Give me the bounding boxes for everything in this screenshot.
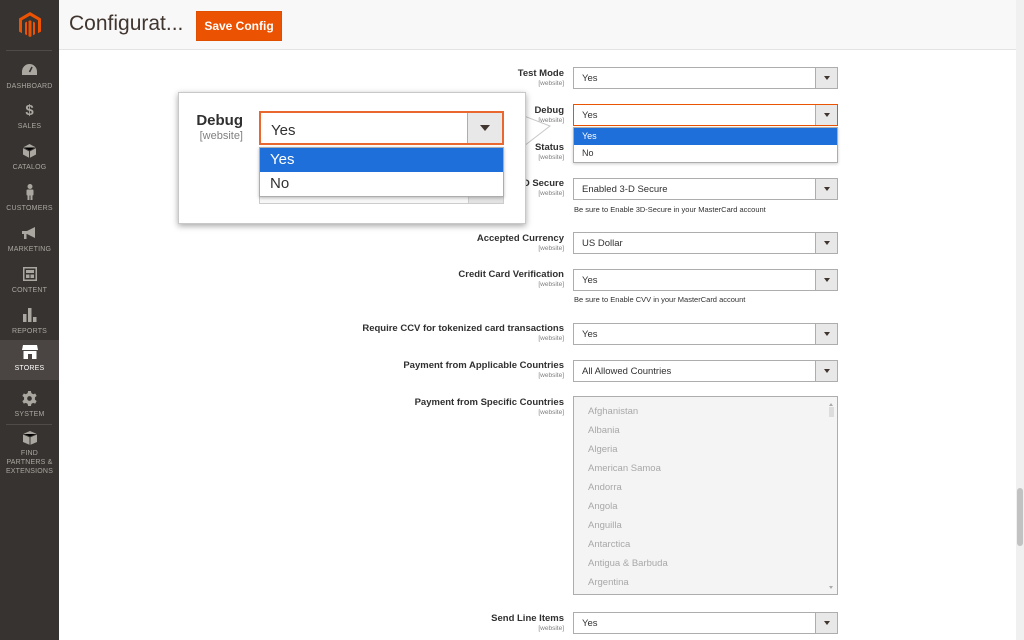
country-option[interactable]: Anguilla: [588, 520, 622, 531]
admin-sidebar: DASHBOARD $ SALES CATALOG CUSTOMERS MARK…: [0, 0, 59, 640]
page-title: Configurat...: [69, 12, 184, 35]
multiselect-scrollbar[interactable]: [829, 403, 834, 589]
specific-countries-label: Payment from Specific Countries [website]: [414, 397, 564, 416]
country-option[interactable]: Antigua & Barbuda: [588, 558, 668, 569]
dollar-icon: $: [25, 101, 34, 119]
sidebar-item-label: DASHBOARD: [6, 83, 53, 90]
country-option[interactable]: Argentina: [588, 577, 629, 588]
ccv-tokenized-label: Require CCV for tokenized card transacti…: [362, 323, 564, 342]
sidebar-divider: [6, 50, 52, 51]
chevron-down-icon: [815, 105, 837, 125]
country-option[interactable]: American Samoa: [588, 463, 661, 474]
country-option[interactable]: Afghanistan: [588, 406, 638, 417]
applicable-countries-select[interactable]: All Allowed Countries: [573, 360, 838, 382]
sidebar-item-label: CATALOG: [12, 164, 47, 171]
sidebar-item-label: MARKETING: [7, 246, 52, 253]
sidebar-item-marketing[interactable]: MARKETING: [0, 221, 59, 263]
send-line-items-label: Send Line Items [website]: [491, 613, 564, 632]
chevron-down-icon: [815, 270, 837, 290]
ccv-tokenized-select[interactable]: Yes: [573, 323, 838, 345]
storefront-icon: [21, 344, 38, 360]
chevron-down-icon: [467, 113, 502, 143]
country-option[interactable]: Algeria: [588, 444, 618, 455]
layout-icon: [22, 266, 38, 282]
sidebar-item-label: SYSTEM: [14, 411, 45, 418]
callout-debug-label: Debug: [196, 112, 243, 129]
applicable-countries-label: Payment from Applicable Countries [websit…: [403, 360, 564, 379]
chevron-down-icon: [815, 179, 837, 199]
cc-verification-note: Be sure to Enable CVV in your MasterCard…: [574, 295, 746, 304]
chevron-down-icon: [815, 613, 837, 633]
specific-countries-multiselect[interactable]: Afghanistan Albania Algeria American Sam…: [573, 396, 838, 595]
chevron-down-icon: [815, 68, 837, 88]
sidebar-item-dashboard[interactable]: DASHBOARD: [0, 58, 59, 100]
debug-select[interactable]: Yes: [573, 104, 838, 126]
test-mode-select[interactable]: Yes: [573, 67, 838, 89]
dashboard-icon: [22, 62, 38, 78]
test-mode-label: Test Mode [website]: [517, 68, 564, 87]
sidebar-item-label: STORES: [14, 365, 45, 372]
sidebar-item-label: REPORTS: [11, 328, 48, 335]
cc-verification-label: Credit Card Verification [website]: [458, 269, 564, 288]
sidebar-item-find-partners[interactable]: FIND PARTNERS & EXTENSIONS: [0, 427, 59, 475]
3d-secure-select[interactable]: Enabled 3-D Secure: [573, 178, 838, 200]
scroll-up-icon[interactable]: [829, 403, 833, 406]
chevron-down-icon: [815, 324, 837, 344]
gear-icon: [22, 390, 38, 406]
3d-secure-note: Be sure to Enable 3D-Secure in your Mast…: [574, 205, 766, 214]
cube-icon: [22, 143, 38, 159]
cc-verification-select[interactable]: Yes: [573, 269, 838, 291]
send-line-items-select[interactable]: Yes: [573, 612, 838, 634]
box-icon: [22, 431, 38, 445]
magento-logo-icon[interactable]: [0, 0, 59, 50]
country-option[interactable]: Angola: [588, 501, 618, 512]
accepted-currency-label: Accepted Currency [website]: [476, 233, 564, 252]
sidebar-item-sales[interactable]: $ SALES: [0, 98, 59, 140]
sidebar-item-customers[interactable]: CUSTOMERS: [0, 180, 59, 222]
scroll-thumb[interactable]: [829, 407, 834, 417]
country-option[interactable]: Andorra: [588, 482, 622, 493]
accepted-currency-select[interactable]: US Dollar: [573, 232, 838, 254]
sidebar-item-label: SALES: [17, 123, 42, 130]
country-option[interactable]: Antarctica: [588, 539, 630, 550]
callout-option-yes[interactable]: Yes: [260, 148, 503, 172]
bar-chart-icon: [22, 307, 38, 323]
sidebar-item-stores[interactable]: STORES: [0, 340, 59, 380]
debug-option-yes[interactable]: Yes: [574, 128, 837, 145]
3d-secure-label: D Secure [website]: [522, 178, 564, 197]
debug-option-no[interactable]: No: [574, 145, 837, 162]
chevron-down-icon: [815, 361, 837, 381]
page-scrollbar[interactable]: [1016, 0, 1024, 640]
megaphone-icon: [21, 225, 38, 241]
callout-dropdown-list: Yes No: [259, 147, 504, 197]
callout-option-no[interactable]: No: [260, 172, 503, 196]
sidebar-item-label: FIND PARTNERS & EXTENSIONS: [5, 450, 54, 475]
callout-scope-label: [website]: [199, 130, 243, 142]
page-header: Configurat... Save Config: [59, 0, 1016, 50]
person-icon: [22, 184, 38, 200]
debug-dropdown-list: Yes No: [573, 127, 838, 163]
country-option[interactable]: Albania: [588, 425, 620, 436]
sidebar-item-label: CONTENT: [11, 287, 48, 294]
sidebar-item-label: CUSTOMERS: [6, 205, 53, 212]
scroll-down-icon[interactable]: [829, 586, 833, 589]
sidebar-divider: [6, 424, 52, 425]
sidebar-item-system[interactable]: SYSTEM: [0, 386, 59, 428]
sidebar-item-catalog[interactable]: CATALOG: [0, 139, 59, 181]
sidebar-item-content[interactable]: CONTENT: [0, 262, 59, 304]
page-scroll-thumb[interactable]: [1017, 488, 1023, 546]
sidebar-item-reports[interactable]: REPORTS: [0, 303, 59, 345]
save-config-button[interactable]: Save Config: [196, 11, 282, 41]
chevron-down-icon: [815, 233, 837, 253]
zoom-callout: Debug [website] Yes Yes No: [178, 92, 526, 224]
callout-pointer: [524, 112, 552, 152]
callout-debug-select[interactable]: Yes: [259, 111, 504, 145]
